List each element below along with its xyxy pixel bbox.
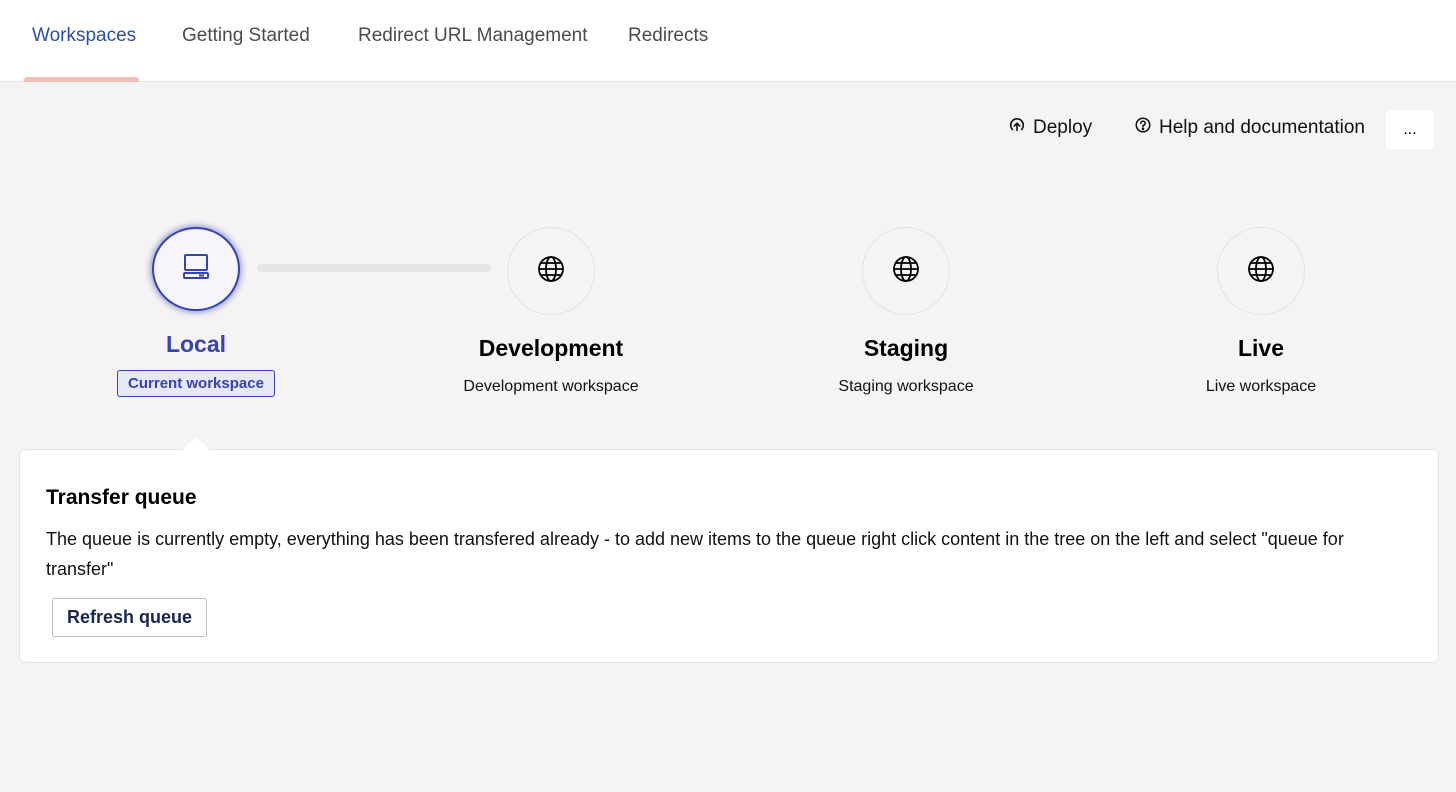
workspace-live-subtitle: Live workspace xyxy=(1205,378,1317,395)
deploy-label: Deploy xyxy=(1033,117,1093,138)
workspace-development[interactable]: Development Development workspace xyxy=(401,227,701,397)
tab-redirects[interactable]: Redirects xyxy=(628,25,708,51)
tab-bar: Workspaces Getting Started Redirect URL … xyxy=(0,0,1456,82)
workspace-development-circle[interactable] xyxy=(507,227,595,315)
workspace-local[interactable]: Local Current workspace xyxy=(46,227,346,397)
tab-workspaces[interactable]: Workspaces xyxy=(32,25,136,51)
workspace-development-subtitle: Development workspace xyxy=(463,378,639,395)
workspace-staging-subtitle: Staging workspace xyxy=(838,378,974,395)
question-circle-icon xyxy=(1134,116,1152,140)
laptop-icon xyxy=(180,251,212,288)
tab-redirect-url-management[interactable]: Redirect URL Management xyxy=(358,25,588,51)
active-tab-indicator xyxy=(24,77,139,82)
workspace-staging[interactable]: Staging Staging workspace xyxy=(756,227,1056,397)
panel-pointer xyxy=(183,437,209,450)
tab-getting-started[interactable]: Getting Started xyxy=(182,25,310,51)
deploy-button[interactable]: Deploy xyxy=(1008,112,1092,144)
upload-circle-icon xyxy=(1008,116,1026,140)
globe-icon xyxy=(535,253,567,290)
workspace-staging-circle[interactable] xyxy=(862,227,950,315)
workspace-local-circle[interactable] xyxy=(152,227,240,311)
globe-icon xyxy=(890,253,922,290)
refresh-queue-button[interactable]: Refresh queue xyxy=(52,598,207,637)
globe-icon xyxy=(1245,253,1277,290)
transfer-queue-message: The queue is currently empty, everything… xyxy=(46,529,1344,579)
help-label: Help and documentation xyxy=(1159,117,1365,138)
workspace-development-title: Development xyxy=(478,335,624,361)
workspace-live[interactable]: Live Live workspace xyxy=(1111,227,1411,397)
workspace-live-circle[interactable] xyxy=(1217,227,1305,315)
current-workspace-badge: Current workspace xyxy=(117,370,275,397)
workspace-staging-title: Staging xyxy=(863,335,949,361)
workspace-local-title: Local xyxy=(165,331,227,357)
transfer-queue-title: Transfer queue xyxy=(46,486,197,509)
workspace-live-title: Live xyxy=(1237,335,1285,361)
help-documentation-button[interactable]: Help and documentation xyxy=(1134,112,1365,144)
transfer-queue-panel: Transfer queue The queue is currently em… xyxy=(19,449,1439,663)
more-options-button[interactable]: ... xyxy=(1386,110,1434,149)
